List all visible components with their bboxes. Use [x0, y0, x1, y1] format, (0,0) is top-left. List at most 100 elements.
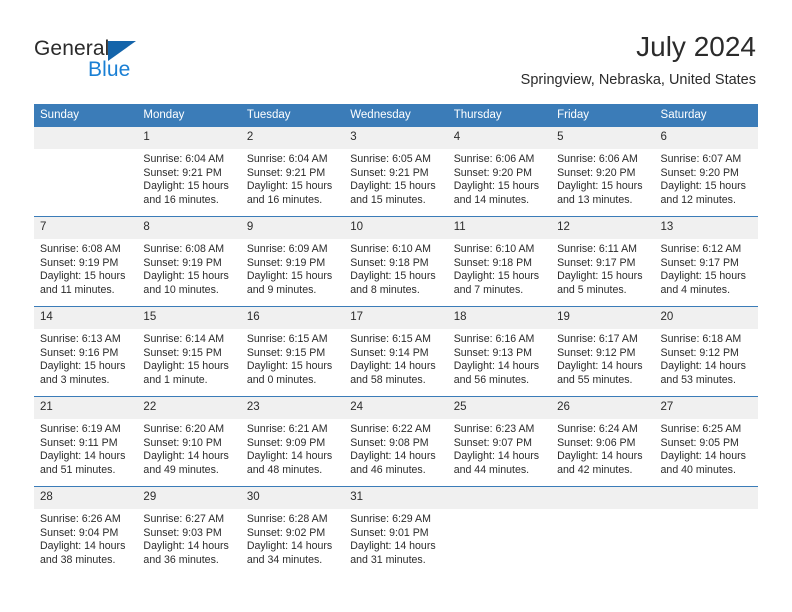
sunrise-text: Sunrise: 6:28 AM [246, 513, 328, 525]
calendar-day-cell[interactable]: 13 Sunrise: 6:12 AM Sunset: 9:17 PM Dayligh… [654, 216, 758, 307]
daylight-text: Daylight: 14 hours and 49 minutes. [143, 450, 229, 476]
daylight-text: Daylight: 15 hours and 1 minute. [143, 360, 229, 386]
day-details: Sunrise: 6:29 AM Sunset: 9:01 PM Daylight:… [344, 509, 447, 567]
daylight-text: Daylight: 15 hours and 4 minutes. [660, 270, 746, 296]
daylight-text: Daylight: 14 hours and 46 minutes. [350, 450, 436, 476]
day-number: 23 [240, 397, 345, 419]
calendar-day-cell[interactable]: 18 Sunrise: 6:16 AM Sunset: 9:13 PM Dayligh… [447, 306, 552, 397]
sunrise-text: Sunrise: 6:23 AM [453, 423, 535, 435]
calendar-day-cell[interactable]: 23 Sunrise: 6:21 AM Sunset: 9:09 PM Dayligh… [240, 396, 345, 487]
generalblue-logo[interactable]: General Blue [34, 37, 214, 89]
day-number [551, 487, 655, 509]
sunrise-text: Sunrise: 6:26 AM [40, 513, 121, 525]
day-number: 9 [240, 217, 345, 239]
day-details: Sunrise: 6:12 AM Sunset: 9:17 PM Daylight:… [655, 239, 758, 297]
calendar-day-cell[interactable]: 26 Sunrise: 6:24 AM Sunset: 9:06 PM Dayligh… [551, 396, 655, 487]
calendar-day-cell[interactable]: 29 Sunrise: 6:27 AM Sunset: 9:03 PM Dayligh… [137, 486, 241, 576]
sunset-text: Sunset: 9:06 PM [557, 436, 636, 449]
sunset-text: Sunset: 9:09 PM [246, 436, 326, 449]
day-details: Sunrise: 6:13 AM Sunset: 9:16 PM Daylight:… [34, 329, 137, 387]
calendar-page: General Blue July 2024 Springview, Nebra… [0, 0, 792, 612]
sunset-text: Sunset: 9:21 PM [246, 166, 326, 179]
sunset-text: Sunset: 9:20 PM [453, 166, 533, 179]
calendar-day-cell[interactable]: 19 Sunrise: 6:17 AM Sunset: 9:12 PM Dayligh… [551, 306, 655, 397]
calendar-day-cell[interactable]: 12 Sunrise: 6:11 AM Sunset: 9:17 PM Dayligh… [551, 216, 655, 307]
sunrise-text: Sunrise: 6:20 AM [143, 423, 225, 435]
calendar-day-cell[interactable]: 17 Sunrise: 6:15 AM Sunset: 9:14 PM Dayligh… [344, 306, 448, 397]
daylight-text: Daylight: 14 hours and 58 minutes. [350, 360, 436, 386]
day-of-week-header-row: Sunday Monday Tuesday Wednesday Thursday Frid… [34, 104, 758, 127]
sunrise-text: Sunrise: 6:04 AM [246, 153, 328, 165]
calendar-day-cell[interactable]: 9 Sunrise: 6:09 AM Sunset: 9:19 PM Daylight… [240, 216, 345, 307]
sunset-text: Sunset: 9:21 PM [143, 166, 222, 179]
sunrise-text: Sunrise: 6:19 AM [40, 423, 121, 435]
calendar-day-cell[interactable]: 6 Sunrise: 6:07 AM Sunset: 9:20 PM Daylight… [654, 127, 758, 217]
day-details: Sunrise: 6:08 AM Sunset: 9:19 PM Daylight:… [34, 239, 137, 297]
sunrise-text: Sunrise: 6:17 AM [557, 333, 638, 345]
daylight-text: Daylight: 14 hours and 36 minutes. [143, 540, 229, 566]
calendar-day-cell[interactable]: 30 Sunrise: 6:28 AM Sunset: 9:02 PM Dayligh… [240, 486, 345, 576]
sunset-text: Sunset: 9:04 PM [40, 526, 119, 539]
day-details: Sunrise: 6:09 AM Sunset: 9:19 PM Daylight:… [241, 239, 344, 297]
daylight-text: Daylight: 14 hours and 56 minutes. [453, 360, 540, 386]
calendar-day-cell[interactable]: 1 Sunrise: 6:04 AM Sunset: 9:21 PM Daylight… [137, 127, 241, 217]
day-details: Sunrise: 6:07 AM Sunset: 9:20 PM Daylight:… [655, 149, 758, 207]
daylight-text: Daylight: 15 hours and 7 minutes. [453, 270, 540, 296]
day-number: 26 [551, 397, 655, 419]
title-block: July 2024 Springview, Nebraska, United S… [521, 30, 756, 89]
sunrise-text: Sunrise: 6:29 AM [350, 513, 431, 525]
day-number: 28 [34, 487, 138, 509]
day-details: Sunrise: 6:11 AM Sunset: 9:17 PM Daylight:… [551, 239, 654, 297]
day-details: Sunrise: 6:04 AM Sunset: 9:21 PM Daylight:… [241, 149, 344, 207]
daylight-text: Daylight: 14 hours and 48 minutes. [246, 450, 333, 476]
calendar-day-cell[interactable]: 20 Sunrise: 6:18 AM Sunset: 9:12 PM Dayligh… [654, 306, 758, 397]
calendar-day-cell[interactable]: 7 Sunrise: 6:08 AM Sunset: 9:19 PM Daylight… [34, 216, 138, 307]
sunset-text: Sunset: 9:18 PM [453, 256, 533, 269]
calendar-day-cell[interactable]: 22 Sunrise: 6:20 AM Sunset: 9:10 PM Dayligh… [137, 396, 241, 487]
calendar-day-cell[interactable]: 27 Sunrise: 6:25 AM Sunset: 9:05 PM Dayligh… [654, 396, 758, 487]
daylight-text: Daylight: 14 hours and 31 minutes. [350, 540, 436, 566]
sunrise-text: Sunrise: 6:07 AM [660, 153, 742, 165]
daylight-text: Daylight: 14 hours and 51 minutes. [40, 450, 126, 476]
calendar-day-cell[interactable]: 2 Sunrise: 6:04 AM Sunset: 9:21 PM Daylight… [240, 127, 345, 217]
day-of-week-header-thursday: Thursday [447, 104, 552, 127]
sunrise-text: Sunrise: 6:09 AM [246, 243, 328, 255]
calendar-day-cell[interactable]: 15 Sunrise: 6:14 AM Sunset: 9:15 PM Dayligh… [137, 306, 241, 397]
daylight-text: Daylight: 14 hours and 55 minutes. [557, 360, 643, 386]
calendar-day-cell[interactable]: 14 Sunrise: 6:13 AM Sunset: 9:16 PM Dayligh… [34, 306, 138, 397]
sunset-text: Sunset: 9:17 PM [557, 256, 636, 269]
calendar-day-cell[interactable]: 25 Sunrise: 6:23 AM Sunset: 9:07 PM Dayligh… [447, 396, 552, 487]
day-number: 17 [344, 307, 448, 329]
day-number: 12 [551, 217, 655, 239]
day-number: 4 [447, 127, 552, 149]
day-number [34, 127, 138, 149]
daylight-text: Daylight: 15 hours and 9 minutes. [246, 270, 333, 296]
calendar-day-cell[interactable]: 5 Sunrise: 6:06 AM Sunset: 9:20 PM Daylight… [551, 127, 655, 217]
day-details: Sunrise: 6:21 AM Sunset: 9:09 PM Daylight:… [241, 419, 344, 477]
day-details: Sunrise: 6:08 AM Sunset: 9:19 PM Daylight:… [137, 239, 240, 297]
daylight-text: Daylight: 14 hours and 44 minutes. [453, 450, 540, 476]
calendar-day-cell[interactable]: 4 Sunrise: 6:06 AM Sunset: 9:20 PM Daylight… [447, 127, 552, 217]
calendar-day-cell[interactable]: 8 Sunrise: 6:08 AM Sunset: 9:19 PM Daylight… [137, 216, 241, 307]
day-number: 2 [240, 127, 345, 149]
calendar-day-cell[interactable]: 28 Sunrise: 6:26 AM Sunset: 9:04 PM Dayligh… [34, 486, 138, 576]
calendar-day-cell[interactable]: 10 Sunrise: 6:10 AM Sunset: 9:18 PM Dayligh… [344, 216, 448, 307]
day-details: Sunrise: 6:06 AM Sunset: 9:20 PM Daylight:… [551, 149, 654, 207]
daylight-text: Daylight: 15 hours and 15 minutes. [350, 180, 436, 206]
daylight-text: Daylight: 14 hours and 38 minutes. [40, 540, 126, 566]
calendar-week-row: 7 Sunrise: 6:08 AM Sunset: 9:19 PM Daylight… [34, 216, 758, 307]
sunrise-text: Sunrise: 6:21 AM [246, 423, 328, 435]
day-of-week-header-wednesday: Wednesday [344, 104, 448, 127]
daylight-text: Daylight: 15 hours and 16 minutes. [143, 180, 229, 206]
calendar-day-cell[interactable]: 16 Sunrise: 6:15 AM Sunset: 9:15 PM Dayligh… [240, 306, 345, 397]
calendar-day-cell[interactable]: 24 Sunrise: 6:22 AM Sunset: 9:08 PM Dayligh… [344, 396, 448, 487]
day-details: Sunrise: 6:23 AM Sunset: 9:07 PM Daylight:… [448, 419, 551, 477]
sunrise-text: Sunrise: 6:04 AM [143, 153, 225, 165]
day-details: Sunrise: 6:27 AM Sunset: 9:03 PM Daylight:… [137, 509, 240, 567]
day-of-week-header-monday: Monday [137, 104, 241, 127]
calendar-day-cell[interactable]: 3 Sunrise: 6:05 AM Sunset: 9:21 PM Daylight… [344, 127, 448, 217]
day-details: Sunrise: 6:22 AM Sunset: 9:08 PM Daylight:… [344, 419, 447, 477]
calendar-day-cell[interactable]: 11 Sunrise: 6:10 AM Sunset: 9:18 PM Dayligh… [447, 216, 552, 307]
calendar-day-cell[interactable]: 21 Sunrise: 6:19 AM Sunset: 9:11 PM Dayligh… [34, 396, 138, 487]
calendar-day-cell[interactable]: 31 Sunrise: 6:29 AM Sunset: 9:01 PM Dayligh… [344, 486, 448, 576]
